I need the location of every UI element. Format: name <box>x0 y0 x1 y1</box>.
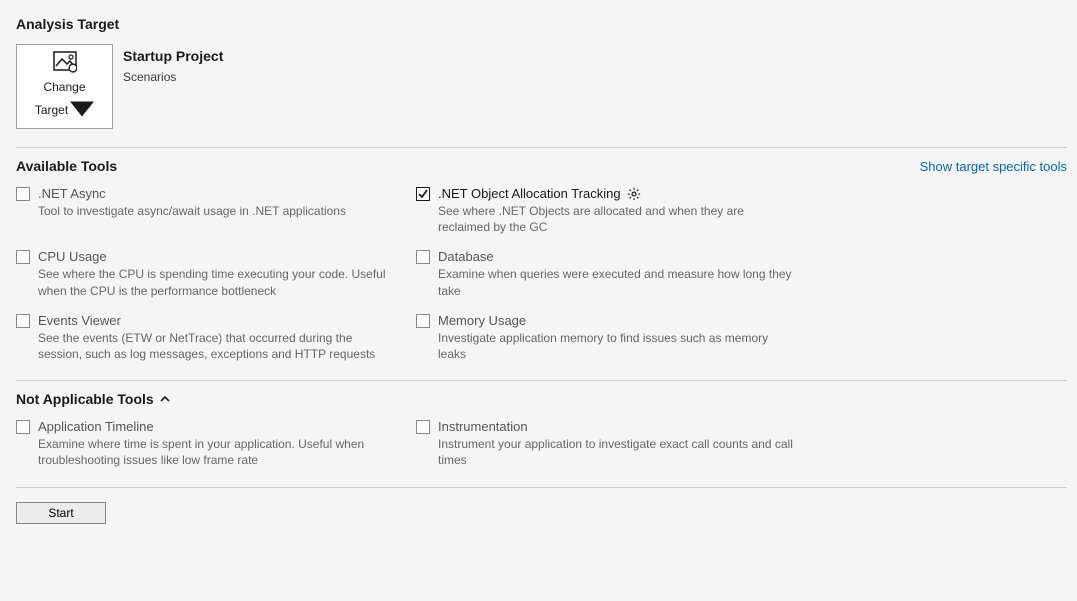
tool-description-memory-usage: Investigate application memory to find i… <box>438 330 796 362</box>
tool-label-net-object-alloc[interactable]: .NET Object Allocation Tracking <box>438 186 621 201</box>
target-info: Startup Project Scenarios <box>123 44 223 84</box>
tool-text: Memory Usage Investigate application memo… <box>438 313 796 362</box>
tool-label-instrumentation[interactable]: Instrumentation <box>438 419 528 434</box>
tool-text: Database Examine when queries were execut… <box>438 249 796 298</box>
tool-item-events-viewer: Events Viewer See the events (ETW or NetT… <box>16 313 396 362</box>
tool-text: .NET Async Tool to investigate async/awai… <box>38 186 396 219</box>
change-target-label-line1: Change <box>43 80 85 94</box>
tool-label-app-timeline[interactable]: Application Timeline <box>38 419 154 434</box>
tool-description-net-object-alloc: See where .NET Objects are allocated and… <box>438 203 796 235</box>
tool-description-instrumentation: Instrument your application to investiga… <box>438 436 796 468</box>
checkbox-net-object-alloc[interactable] <box>416 187 430 201</box>
tool-description-app-timeline: Examine where time is spent in your appl… <box>38 436 396 468</box>
gear-icon[interactable] <box>627 187 641 201</box>
analysis-target-heading: Analysis Target <box>16 16 1067 32</box>
tool-item-instrumentation: Instrumentation Instrument your applicati… <box>416 419 796 468</box>
chevron-down-icon <box>70 98 94 123</box>
tool-item-net-async: .NET Async Tool to investigate async/awai… <box>16 186 396 235</box>
analysis-target-row: Change Target Startup Project Scenarios <box>16 44 1067 129</box>
available-tools-grid: .NET Async Tool to investigate async/awai… <box>16 186 1067 362</box>
not-applicable-tools-grid: Application Timeline Examine where time i… <box>16 419 1067 468</box>
divider <box>16 147 1067 148</box>
change-target-dropdown-row: Target <box>35 98 94 123</box>
tool-text: Instrumentation Instrument your applicati… <box>438 419 796 468</box>
tool-label-row: Events Viewer <box>38 313 396 328</box>
tool-label-row: .NET Async <box>38 186 396 201</box>
tool-label-database[interactable]: Database <box>438 249 494 264</box>
checkbox-events-viewer[interactable] <box>16 314 30 328</box>
tool-item-memory-usage: Memory Usage Investigate application memo… <box>416 313 796 362</box>
tool-text: Events Viewer See the events (ETW or NetT… <box>38 313 396 362</box>
change-target-button[interactable]: Change Target <box>16 44 113 129</box>
tool-text: .NET Object Allocation Tracking See where… <box>438 186 796 235</box>
analysis-target-section: Analysis Target Change Target St <box>16 16 1067 129</box>
image-settings-icon <box>53 51 77 76</box>
tool-item-cpu-usage: CPU Usage See where the CPU is spending t… <box>16 249 396 298</box>
tool-label-row: Memory Usage <box>438 313 796 328</box>
available-tools-heading: Available Tools <box>16 158 117 174</box>
checkbox-database[interactable] <box>416 250 430 264</box>
tool-label-cpu-usage[interactable]: CPU Usage <box>38 249 107 264</box>
tool-description-cpu-usage: See where the CPU is spending time execu… <box>38 266 396 298</box>
target-project-subtitle: Scenarios <box>123 70 223 84</box>
tool-item-database: Database Examine when queries were execut… <box>416 249 796 298</box>
tool-description-events-viewer: See the events (ETW or NetTrace) that oc… <box>38 330 396 362</box>
available-tools-header: Available Tools Show target specific too… <box>16 158 1067 174</box>
tool-label-row: CPU Usage <box>38 249 396 264</box>
tool-label-events-viewer[interactable]: Events Viewer <box>38 313 121 328</box>
divider <box>16 380 1067 381</box>
show-target-specific-tools-link[interactable]: Show target specific tools <box>920 159 1067 174</box>
chevron-up-icon <box>160 391 170 407</box>
tool-description-net-async: Tool to investigate async/await usage in… <box>38 203 396 219</box>
target-project-title: Startup Project <box>123 48 223 64</box>
tool-label-memory-usage[interactable]: Memory Usage <box>438 313 526 328</box>
not-applicable-header[interactable]: Not Applicable Tools <box>16 391 1067 407</box>
divider <box>16 487 1067 488</box>
tool-text: CPU Usage See where the CPU is spending t… <box>38 249 396 298</box>
tool-label-row: Application Timeline <box>38 419 396 434</box>
not-applicable-heading: Not Applicable Tools <box>16 391 154 407</box>
checkbox-memory-usage[interactable] <box>416 314 430 328</box>
tool-text: Application Timeline Examine where time i… <box>38 419 396 468</box>
checkbox-net-async[interactable] <box>16 187 30 201</box>
tool-description-database: Examine when queries were executed and m… <box>438 266 796 298</box>
checkbox-app-timeline[interactable] <box>16 420 30 434</box>
tool-label-net-async[interactable]: .NET Async <box>38 186 106 201</box>
available-tools-section: Available Tools Show target specific too… <box>16 158 1067 362</box>
checkbox-instrumentation[interactable] <box>416 420 430 434</box>
tool-label-row: .NET Object Allocation Tracking <box>438 186 796 201</box>
tool-label-row: Database <box>438 249 796 264</box>
tool-item-app-timeline: Application Timeline Examine where time i… <box>16 419 396 468</box>
change-target-label-line2: Target <box>35 103 68 117</box>
tool-label-row: Instrumentation <box>438 419 796 434</box>
checkbox-cpu-usage[interactable] <box>16 250 30 264</box>
tool-item-net-object-alloc: .NET Object Allocation Tracking See where… <box>416 186 796 235</box>
not-applicable-tools-section: Not Applicable Tools Application Timelin… <box>16 391 1067 468</box>
start-button[interactable]: Start <box>16 502 106 524</box>
